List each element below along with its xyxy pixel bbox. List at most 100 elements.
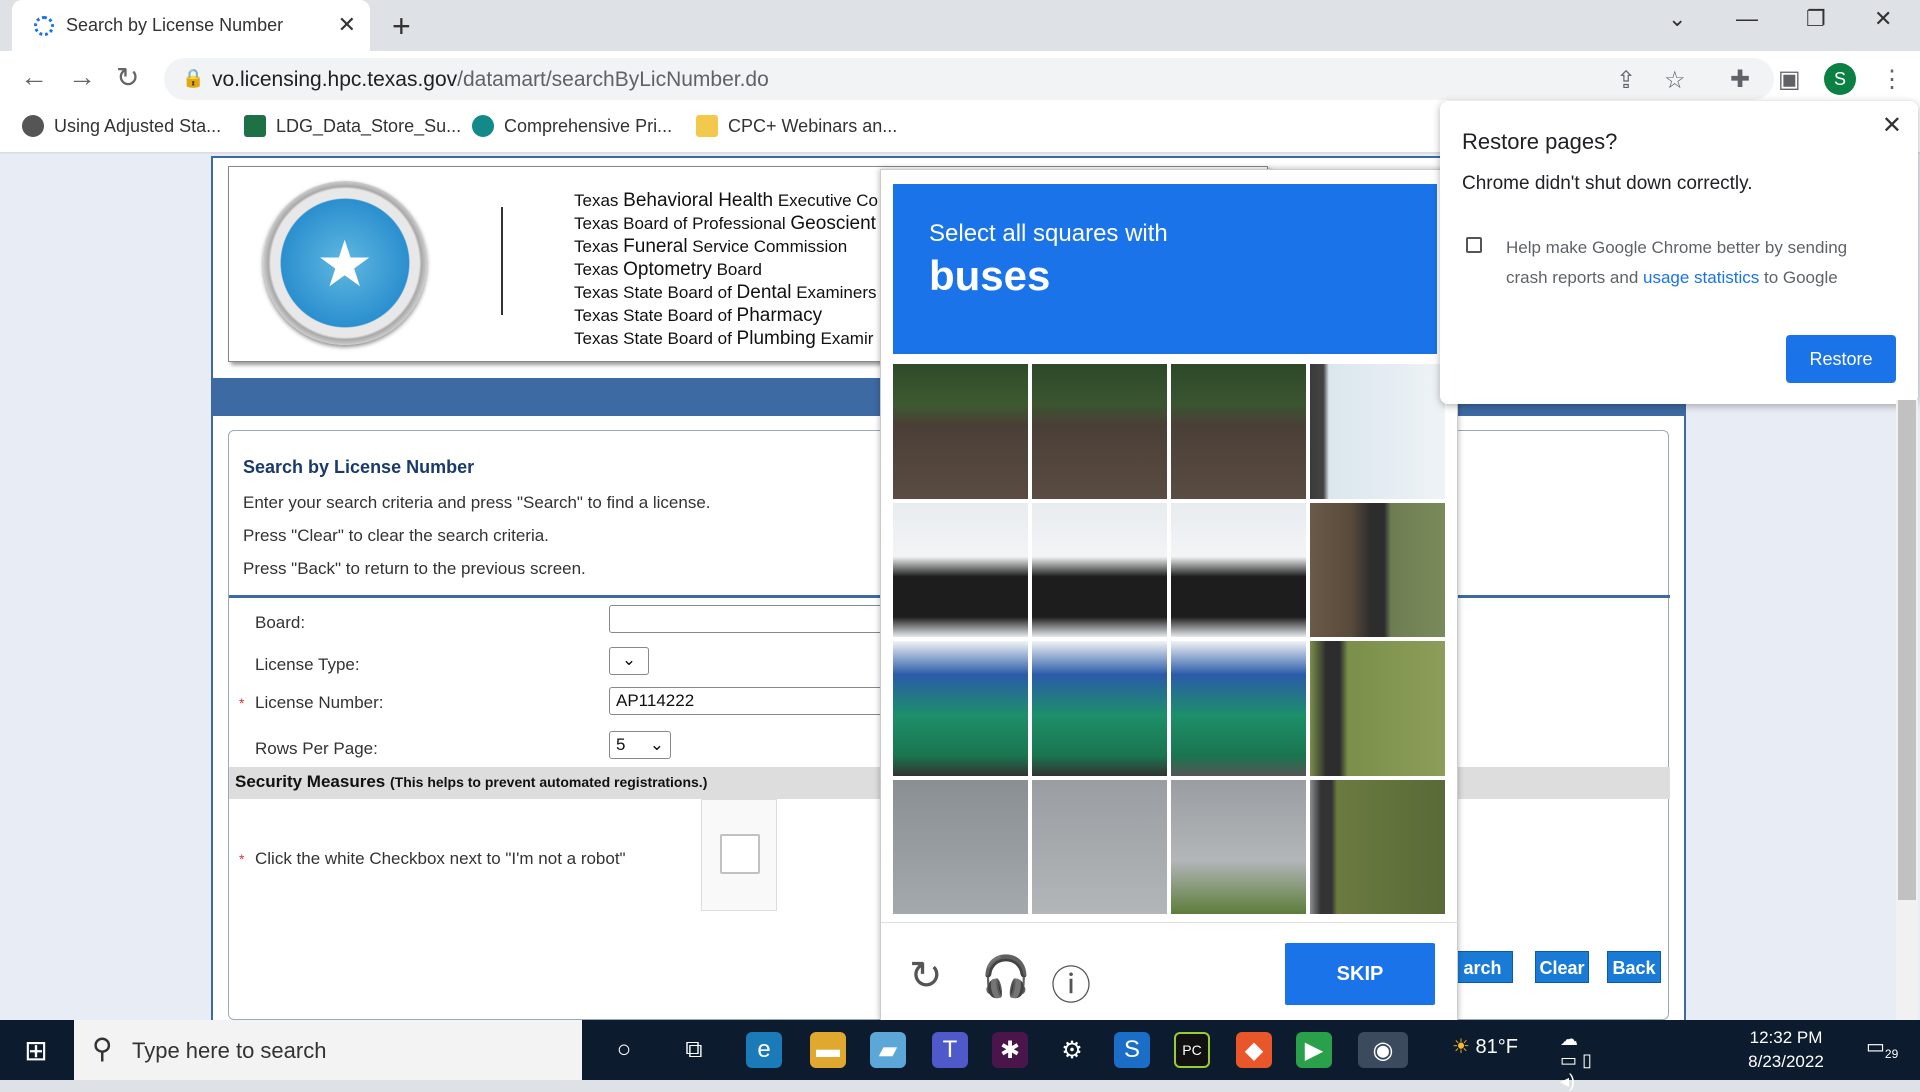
- reload-icon[interactable]: ↻: [116, 61, 139, 94]
- usage-statistics-link[interactable]: usage statistics: [1643, 268, 1759, 287]
- captcha-image-grid: [893, 364, 1445, 914]
- bookmark-item[interactable]: Comprehensive Pri...: [472, 115, 672, 137]
- captcha-tile[interactable]: [1310, 779, 1445, 914]
- lock-icon: 🔒: [182, 68, 205, 88]
- media-player-icon[interactable]: ▶: [1296, 1032, 1332, 1068]
- share-icon[interactable]: ⇪: [1616, 66, 1636, 95]
- back-arrow-icon[interactable]: ←: [20, 61, 48, 93]
- slack-icon[interactable]: ✱: [992, 1032, 1028, 1068]
- license-number-input[interactable]: AP114222: [609, 687, 899, 715]
- reload-challenge-icon[interactable]: ↻: [909, 953, 943, 999]
- captcha-tile[interactable]: [1032, 364, 1167, 499]
- header-divider: [501, 207, 503, 315]
- rows-per-page-select[interactable]: 5 ⌄: [609, 731, 671, 759]
- search-button[interactable]: arch: [1453, 951, 1513, 983]
- captcha-tile[interactable]: [1310, 502, 1445, 637]
- cortana-icon[interactable]: ○: [606, 1032, 642, 1068]
- close-icon[interactable]: ✕: [1882, 111, 1902, 140]
- search-icon: ⚲: [92, 1033, 113, 1064]
- captcha-tile[interactable]: [893, 502, 1028, 637]
- back-button[interactable]: Back: [1607, 951, 1661, 983]
- url-path: /datamart/searchByLicNumber.do: [457, 68, 769, 91]
- browser-toolbar: ← → ↻ 🔒 vo.licensing.hpc.texas.gov/datam…: [0, 51, 1920, 105]
- captcha-tile[interactable]: [1032, 641, 1167, 776]
- windows-start-icon[interactable]: ⊞: [18, 1032, 54, 1068]
- restore-button[interactable]: Restore: [1786, 335, 1896, 383]
- diamond-app-icon[interactable]: ◆: [1236, 1032, 1272, 1068]
- captcha-tile[interactable]: [1032, 779, 1167, 914]
- captcha-tile[interactable]: [1171, 641, 1306, 776]
- excel-icon: [244, 115, 266, 137]
- settings-gear-icon[interactable]: ⚙: [1054, 1032, 1090, 1068]
- dialog-title: Restore pages?: [1462, 129, 1618, 154]
- required-mark: *: [239, 851, 245, 867]
- tab-strip: Search by License Number ✕ + ⌄ — ❐ ✕: [0, 0, 1920, 51]
- license-type-select[interactable]: ⌄: [609, 647, 649, 675]
- notes-icon[interactable]: ▰: [870, 1032, 906, 1068]
- extensions-icon[interactable]: ✚: [1730, 65, 1750, 94]
- captcha-challenge: Select all squares with buses ↻ 🎧 ⓘ SKIP: [880, 169, 1459, 1021]
- address-bar[interactable]: 🔒 vo.licensing.hpc.texas.gov/datamart/se…: [164, 58, 1774, 100]
- rows-per-page-label: Rows Per Page:: [255, 739, 378, 758]
- captcha-tile[interactable]: [1310, 364, 1445, 499]
- search-placeholder: Type here to search: [132, 1038, 327, 1063]
- restore-pages-dialog: ✕ Restore pages? Chrome didn't shut down…: [1440, 101, 1918, 404]
- scrollbar-thumb[interactable]: [1898, 400, 1916, 900]
- minimize-icon[interactable]: —: [1736, 6, 1758, 32]
- form-title: Search by License Number: [243, 457, 475, 477]
- board-item: Texas Board of Professional Geoscient: [574, 213, 876, 234]
- captcha-tile[interactable]: [893, 779, 1028, 914]
- dialog-subtitle: Chrome didn't shut down correctly.: [1462, 173, 1753, 194]
- captcha-prompt: Select all squares with: [929, 220, 1168, 247]
- crash-reports-checkbox[interactable]: [1466, 237, 1482, 253]
- restore-window-icon[interactable]: ❐: [1806, 6, 1826, 32]
- forward-arrow-icon[interactable]: →: [68, 61, 96, 93]
- close-window-icon[interactable]: ✕: [1874, 6, 1892, 32]
- close-tab-icon[interactable]: ✕: [338, 12, 356, 38]
- captcha-tile[interactable]: [893, 364, 1028, 499]
- bookmark-star-icon[interactable]: ☆: [1664, 66, 1686, 95]
- system-clock[interactable]: 12:32 PM 8/23/2022: [1738, 1026, 1834, 1074]
- chevron-down-icon: ⌄: [649, 735, 664, 754]
- captcha-tile[interactable]: [1171, 364, 1306, 499]
- captcha-tile[interactable]: [1171, 779, 1306, 914]
- app-s-icon[interactable]: S: [1114, 1032, 1150, 1068]
- menu-icon[interactable]: ⋮: [1880, 65, 1904, 94]
- teams-icon[interactable]: T: [932, 1032, 968, 1068]
- side-panel-icon[interactable]: ▣: [1778, 65, 1801, 94]
- weather-widget[interactable]: ☀ 81°F: [1452, 1034, 1518, 1059]
- page-scrollbar[interactable]: [1896, 400, 1918, 1020]
- taskbar-search[interactable]: ⚲ Type here to search: [74, 1020, 582, 1080]
- audio-challenge-icon[interactable]: 🎧: [981, 953, 1031, 1000]
- browser-tab[interactable]: Search by License Number ✕: [12, 0, 370, 51]
- bookmark-item[interactable]: Using Adjusted Sta...: [22, 115, 221, 137]
- temperature: 81°F: [1475, 1036, 1518, 1058]
- board-select[interactable]: [609, 605, 899, 633]
- captcha-tile[interactable]: [1310, 641, 1445, 776]
- captcha-tile[interactable]: [893, 641, 1028, 776]
- skip-button[interactable]: SKIP: [1285, 943, 1435, 1005]
- edge-icon[interactable]: e: [746, 1032, 782, 1068]
- tab-search-icon[interactable]: ⌄: [1668, 6, 1686, 32]
- not-a-robot-checkbox[interactable]: [720, 834, 760, 874]
- tray-icons[interactable]: ⌃ ☁ ▭ ▯ ◂): [1560, 1008, 1596, 1091]
- bookmark-label: CPC+ Webinars an...: [728, 115, 898, 136]
- info-icon[interactable]: ⓘ: [1051, 953, 1091, 1011]
- bookmark-item[interactable]: CPC+ Webinars an...: [696, 115, 897, 137]
- instruction-line: Press "Clear" to clear the search criter…: [243, 526, 549, 545]
- chrome-icon[interactable]: ◉: [1358, 1032, 1408, 1068]
- profile-avatar[interactable]: S: [1824, 63, 1856, 95]
- captcha-tile[interactable]: [1032, 502, 1167, 637]
- boards-list: Texas Behavioral Health Executive Co Tex…: [574, 189, 878, 350]
- file-explorer-icon[interactable]: ▬: [810, 1032, 846, 1068]
- notification-icon[interactable]: ▭29: [1866, 1034, 1898, 1061]
- clear-button[interactable]: Clear: [1535, 951, 1589, 983]
- bookmark-item[interactable]: LDG_Data_Store_Su...: [244, 115, 461, 137]
- pycharm-icon[interactable]: PC: [1174, 1032, 1210, 1068]
- url-host: vo.licensing.hpc.texas.gov: [212, 68, 458, 91]
- required-mark: *: [239, 695, 245, 711]
- task-view-icon[interactable]: ⧉: [676, 1032, 712, 1068]
- captcha-tile[interactable]: [1171, 502, 1306, 637]
- new-tab-button[interactable]: +: [392, 8, 411, 45]
- captcha-target: buses: [929, 252, 1051, 299]
